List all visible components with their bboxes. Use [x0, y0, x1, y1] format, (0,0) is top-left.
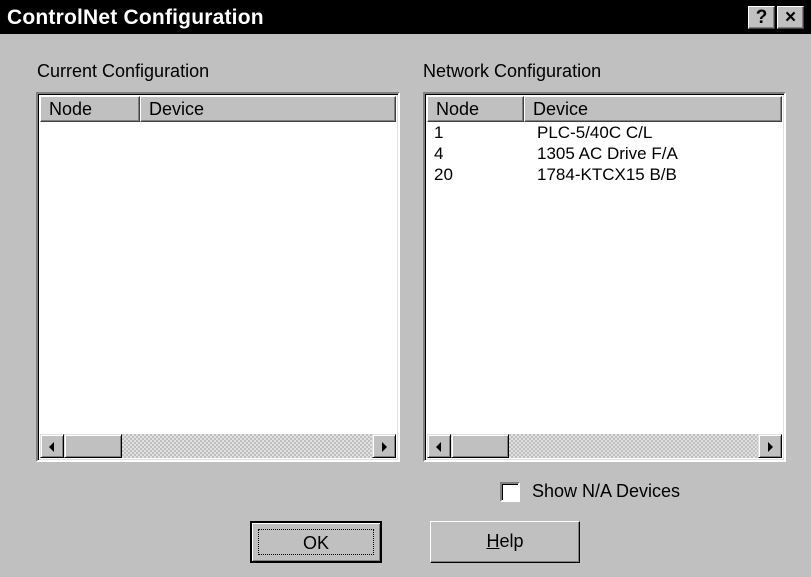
window-title: ControlNet Configuration [7, 6, 264, 29]
show-na-label[interactable]: Show N/A Devices [532, 481, 680, 502]
scroll-right-button[interactable] [372, 434, 396, 458]
help-mnemonic: H [486, 531, 500, 551]
node-cell: 20 [434, 165, 453, 184]
scroll-right-button[interactable] [758, 434, 782, 458]
help-title-button[interactable]: ? [748, 6, 775, 29]
left-arrow-icon [49, 442, 54, 452]
ok-button[interactable]: OK [250, 521, 382, 563]
list-item[interactable]: 4 1305 AC Drive F/A [425, 143, 784, 164]
help-label-rest: elp [499, 531, 524, 551]
column-header-device[interactable]: Device [140, 96, 396, 122]
network-config-hscrollbar[interactable] [427, 434, 782, 458]
device-cell: 1784-KTCX15 B/B [537, 165, 677, 184]
device-cell: PLC-5/40C C/L [537, 123, 653, 142]
show-na-checkbox[interactable] [500, 482, 520, 502]
node-cell: 4 [434, 144, 444, 163]
network-config-header: Node Device [427, 96, 782, 122]
device-cell: 1305 AC Drive F/A [537, 144, 678, 163]
scroll-left-button[interactable] [40, 434, 64, 458]
column-header-node[interactable]: Node [40, 96, 140, 122]
network-config-list[interactable]: Node Device 1 PLC-5/40C C/L 4 1305 AC Dr… [423, 92, 786, 462]
current-config-hscrollbar[interactable] [40, 434, 396, 458]
help-button[interactable]: Help [430, 521, 580, 563]
help-button-label: Help [486, 531, 523, 551]
column-header-device[interactable]: Device [524, 96, 782, 122]
list-item[interactable]: 20 1784-KTCX15 B/B [425, 164, 784, 185]
scroll-thumb[interactable] [64, 434, 122, 458]
close-button[interactable]: × [777, 6, 804, 29]
current-config-list[interactable]: Node Device [36, 92, 400, 462]
title-bar: ControlNet Configuration ? × [0, 0, 811, 34]
scroll-thumb[interactable] [451, 434, 509, 458]
ok-button-label: OK [258, 529, 374, 555]
current-config-header: Node Device [40, 96, 396, 122]
node-cell: 1 [434, 123, 444, 142]
right-arrow-icon [768, 442, 773, 452]
list-item[interactable]: 1 PLC-5/40C C/L [425, 122, 784, 143]
left-arrow-icon [436, 442, 441, 452]
column-header-node[interactable]: Node [427, 96, 524, 122]
scroll-left-button[interactable] [427, 434, 451, 458]
network-config-label: Network Configuration [423, 61, 602, 81]
right-arrow-icon [382, 442, 387, 452]
current-config-label: Current Configuration [37, 61, 210, 81]
network-config-rows: 1 PLC-5/40C C/L 4 1305 AC Drive F/A 20 1… [425, 122, 784, 185]
